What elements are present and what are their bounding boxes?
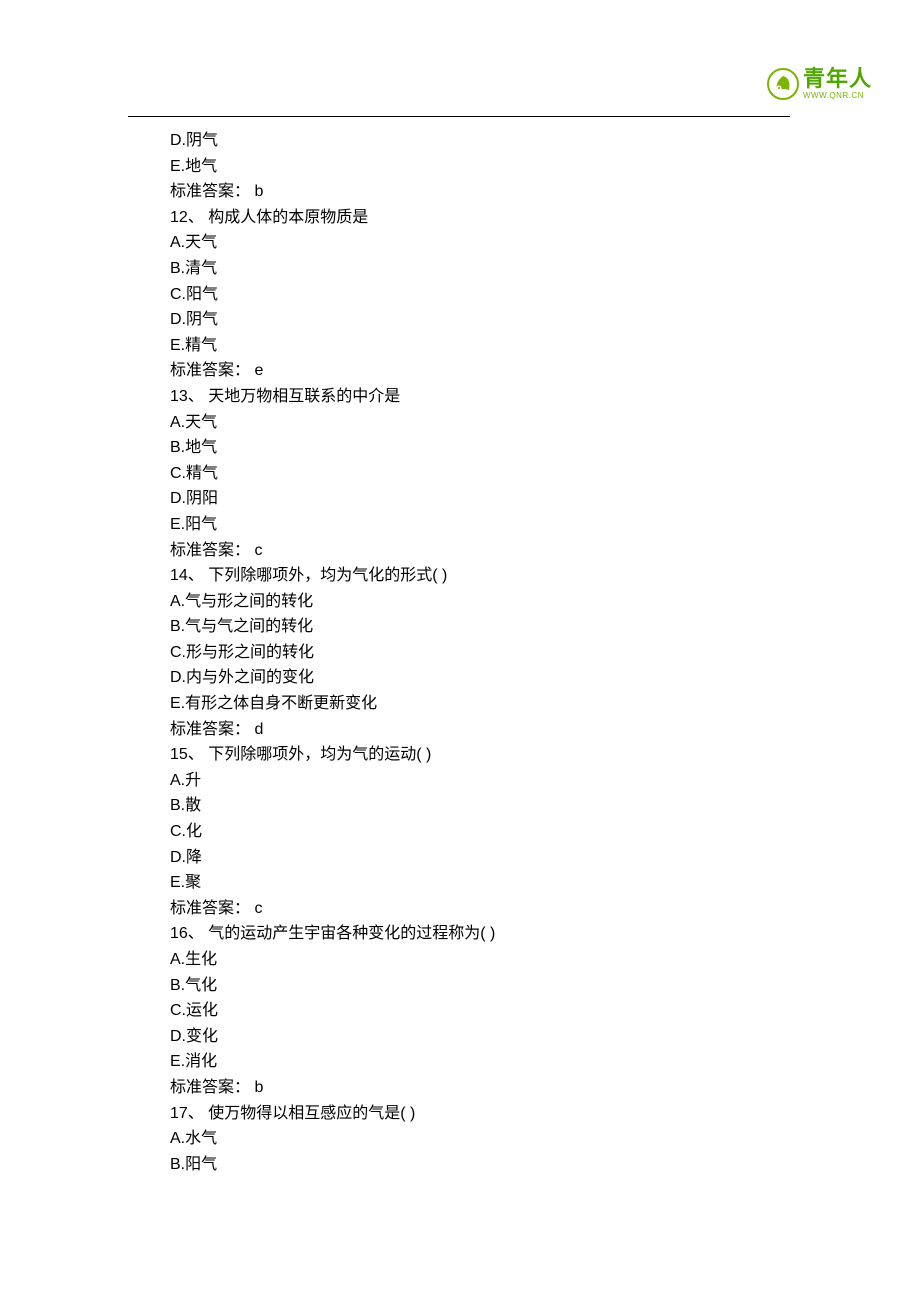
text-line: 16、 气的运动产生宇宙各种变化的过程称为( ) — [170, 921, 740, 947]
text-line: A.水气 — [170, 1126, 740, 1152]
text-line: E.阳气 — [170, 512, 740, 538]
text-line: 14、 下列除哪项外，均为气化的形式( ) — [170, 563, 740, 589]
text-line: 标准答案： e — [170, 358, 740, 384]
text-line: E.地气 — [170, 154, 740, 180]
leaf-logo-icon — [767, 68, 799, 100]
text-line: B.清气 — [170, 256, 740, 282]
logo-text-group: 青年人 WWW.QNR.CN — [803, 68, 872, 100]
text-line: B.气化 — [170, 973, 740, 999]
text-line: 标准答案： c — [170, 896, 740, 922]
text-line: A.天气 — [170, 230, 740, 256]
text-line: 标准答案： c — [170, 538, 740, 564]
text-line: A.气与形之间的转化 — [170, 589, 740, 615]
text-line: A.天气 — [170, 410, 740, 436]
document-page: 青年人 WWW.QNR.CN D.阴气 E.地气 标准答案： b 12、 构成人… — [0, 0, 920, 1302]
text-line: B.散 — [170, 793, 740, 819]
text-line: B.气与气之间的转化 — [170, 614, 740, 640]
logo-main-text: 青年人 — [803, 68, 872, 90]
text-line: E.有形之体自身不断更新变化 — [170, 691, 740, 717]
text-line: D.阴气 — [170, 128, 740, 154]
text-line: A.升 — [170, 768, 740, 794]
text-line: B.地气 — [170, 435, 740, 461]
text-line: C.运化 — [170, 998, 740, 1024]
logo-sub-text: WWW.QNR.CN — [803, 92, 872, 100]
text-line: C.形与形之间的转化 — [170, 640, 740, 666]
document-body: D.阴气 E.地气 标准答案： b 12、 构成人体的本原物质是 A.天气 B.… — [170, 128, 740, 1177]
text-line: 标准答案： b — [170, 179, 740, 205]
text-line: 标准答案： d — [170, 717, 740, 743]
text-line: B.阳气 — [170, 1152, 740, 1178]
text-line: C.化 — [170, 819, 740, 845]
text-line: D.阴阳 — [170, 486, 740, 512]
text-line: 标准答案： b — [170, 1075, 740, 1101]
text-line: C.阳气 — [170, 282, 740, 308]
text-line: 17、 使万物得以相互感应的气是( ) — [170, 1101, 740, 1127]
text-line: 15、 下列除哪项外，均为气的运动( ) — [170, 742, 740, 768]
text-line: C.精气 — [170, 461, 740, 487]
text-line: E.精气 — [170, 333, 740, 359]
text-line: E.消化 — [170, 1049, 740, 1075]
site-logo: 青年人 WWW.QNR.CN — [767, 68, 872, 100]
text-line: D.变化 — [170, 1024, 740, 1050]
text-line: 13、 天地万物相互联系的中介是 — [170, 384, 740, 410]
text-line: D.降 — [170, 845, 740, 871]
header-divider — [128, 116, 790, 117]
text-line: 12、 构成人体的本原物质是 — [170, 205, 740, 231]
text-line: A.生化 — [170, 947, 740, 973]
text-line: D.内与外之间的变化 — [170, 665, 740, 691]
text-line: D.阴气 — [170, 307, 740, 333]
text-line: E.聚 — [170, 870, 740, 896]
